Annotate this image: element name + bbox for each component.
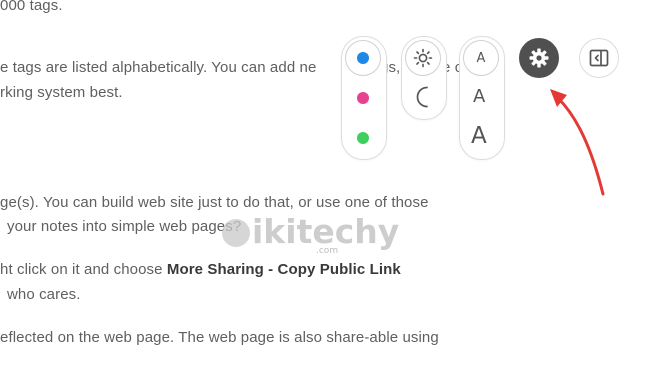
blue-dot-icon — [357, 52, 369, 64]
text-line-6-prefix: ht click on it and choose — [0, 261, 167, 278]
text-line-8: eflected on the web page. The web page i… — [0, 329, 439, 346]
font-size-small-label: A — [476, 50, 486, 66]
sidebar-toggle-button[interactable] — [579, 38, 619, 78]
text-line-2-a: e tags are listed alphabetically. You ca… — [0, 59, 317, 76]
text-line-2: e tags are listed alphabetically. You ca… — [0, 59, 316, 76]
color-option-green[interactable] — [357, 132, 369, 144]
light-mode-option[interactable] — [405, 40, 441, 76]
arrow-shaft — [556, 96, 605, 196]
sun-icon — [413, 48, 433, 68]
dark-mode-option[interactable] — [413, 85, 435, 109]
color-option-pink[interactable] — [357, 92, 369, 104]
more-sharing-copy-public-link-text: More Sharing - Copy Public Link — [166, 261, 401, 278]
text-line-1: 000 tags. — [0, 0, 63, 14]
gear-icon — [529, 48, 549, 68]
color-option-blue[interactable] — [345, 40, 381, 76]
text-line-4: ge(s). You can build web site just to do… — [0, 194, 429, 211]
font-size-medium-option[interactable]: A — [473, 86, 485, 107]
watermark-domain: .com — [316, 246, 339, 256]
settings-button[interactable] — [519, 38, 559, 78]
text-line-3: rking system best. — [0, 84, 123, 101]
annotation-arrow — [550, 89, 605, 196]
sidebar-toggle-icon — [589, 49, 609, 67]
text-line-7: who cares. — [7, 286, 81, 303]
wikitechy-watermark-logo: ikitechy — [222, 212, 399, 251]
text-line-5: your notes into simple web pages? — [7, 218, 242, 235]
text-line-6: ht click on it and choose More Sharing -… — [0, 261, 401, 278]
font-size-large-option[interactable]: A — [471, 123, 487, 149]
color-theme-selector — [341, 36, 387, 160]
font-size-small-option[interactable]: A — [463, 40, 499, 76]
moon-icon — [416, 86, 428, 108]
font-size-selector: A A A — [459, 36, 505, 160]
day-night-selector — [401, 36, 447, 120]
watermark-w-badge — [222, 219, 250, 247]
